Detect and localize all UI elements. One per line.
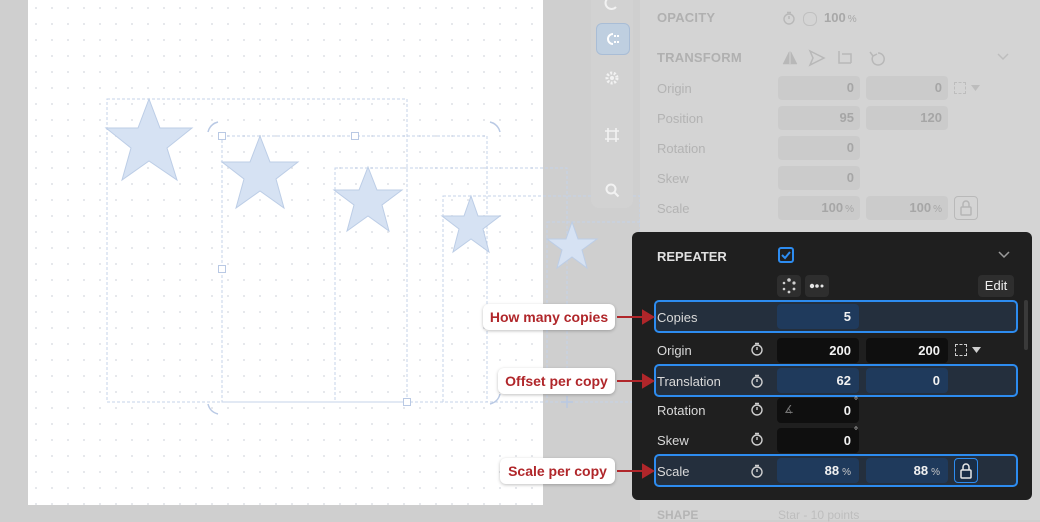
edit-button[interactable]: Edit <box>978 275 1014 297</box>
chevron-down-icon[interactable] <box>997 53 1009 61</box>
stopwatch-icon[interactable] <box>750 464 764 478</box>
opacity-value[interactable]: 100% <box>824 10 857 25</box>
radial-layout-button[interactable] <box>777 275 801 297</box>
scale-lock-button[interactable] <box>954 458 978 483</box>
skew-input[interactable]: 0 <box>777 428 859 453</box>
bg-skew-value[interactable]: 0 <box>778 166 860 190</box>
lock-icon <box>960 463 972 479</box>
stopwatch-icon[interactable] <box>750 402 764 416</box>
star-copy-2 <box>220 134 300 210</box>
radial-dots-icon <box>782 278 796 294</box>
copies-callout: How many copies <box>483 304 615 330</box>
translation-y-input[interactable]: 0 <box>866 368 948 393</box>
translation-row-highlight: Translation 62 0 <box>654 364 1018 397</box>
stopwatch-icon[interactable] <box>750 342 764 356</box>
repeater-heading: REPEATER <box>657 249 727 264</box>
bg-origin-y[interactable]: 0 <box>866 76 948 100</box>
caret-down-icon[interactable] <box>972 347 981 353</box>
rotation-input[interactable]: ∡ 0 <box>777 398 859 423</box>
scale-x-input[interactable]: 88% <box>777 458 859 483</box>
copies-input[interactable]: 5 <box>777 304 859 329</box>
bg-scale-label: Scale <box>657 201 690 216</box>
check-icon <box>781 251 791 260</box>
origin-y-input[interactable]: 200 <box>866 338 948 363</box>
translation-label: Translation <box>657 374 721 389</box>
bg-position-x[interactable]: 95 <box>778 106 860 130</box>
bg-scale-y[interactable]: 100% <box>866 196 948 220</box>
stopwatch-icon[interactable] <box>750 432 764 446</box>
angle-icon: ∡ <box>784 404 794 416</box>
panel-scrollbar[interactable] <box>1024 300 1028 350</box>
rotation-unit: ° <box>854 396 858 407</box>
star-copy-4 <box>440 194 502 254</box>
linear-dots-icon <box>809 283 824 289</box>
artboard-tool-icon[interactable] <box>596 120 628 150</box>
bg-rotation-value[interactable]: 0 <box>778 136 860 160</box>
opacity-dial-icon[interactable] <box>803 12 817 26</box>
repeater-tool-icon[interactable] <box>596 0 628 18</box>
bg-scale-x[interactable]: 100% <box>778 196 860 220</box>
tool-strip <box>591 0 633 208</box>
rotation-label: Rotation <box>657 403 706 418</box>
zoom-icon[interactable] <box>596 175 628 205</box>
stopwatch-icon[interactable] <box>750 374 764 388</box>
callout-arrows <box>617 309 655 479</box>
bg-origin-label: Origin <box>657 81 692 96</box>
lock-icon <box>960 200 972 216</box>
origin-x-input[interactable]: 200 <box>777 338 859 363</box>
repeater-active-tool-icon[interactable] <box>596 23 630 55</box>
bg-origin-x[interactable]: 0 <box>778 76 860 100</box>
copies-row-highlight: Copies 5 <box>654 300 1018 333</box>
stopwatch-icon[interactable] <box>782 11 796 25</box>
transform-heading: TRANSFORM <box>657 50 742 65</box>
star-copy-1 <box>104 97 194 182</box>
gear-icon[interactable] <box>596 63 628 93</box>
chevron-down-icon[interactable] <box>998 251 1010 259</box>
scale-row-highlight: Scale 88% 88% <box>654 454 1018 487</box>
transform-action-icons[interactable] <box>782 49 892 67</box>
scale-y-input[interactable]: 88% <box>866 458 948 483</box>
repeater-panel: REPEATER Edit Copies 5 Origin 200 200 Tr… <box>632 232 1032 500</box>
origin-picker-icon[interactable] <box>955 344 967 356</box>
bg-rotation-label: Rotation <box>657 141 706 156</box>
bg-position-y[interactable]: 120 <box>866 106 948 130</box>
translation-x-input[interactable]: 62 <box>777 368 859 393</box>
opacity-heading: OPACITY <box>657 10 716 25</box>
translation-callout: Offset per copy <box>498 368 615 394</box>
bg-position-label: Position <box>657 111 704 126</box>
star-copy-5 <box>545 220 599 270</box>
bg-scale-lock-button[interactable] <box>954 196 978 220</box>
origin-picker-icon[interactable] <box>954 82 966 94</box>
star-copy-3 <box>332 165 404 233</box>
linear-layout-button[interactable] <box>805 275 829 297</box>
scale-label: Scale <box>657 464 690 479</box>
skew-label: Skew <box>657 433 689 448</box>
caret-down-icon[interactable] <box>971 85 980 91</box>
origin-label: Origin <box>657 343 692 358</box>
skew-unit: ° <box>854 426 858 437</box>
repeater-enabled-checkbox[interactable] <box>778 247 794 263</box>
bg-skew-label: Skew <box>657 171 689 186</box>
copies-label: Copies <box>657 310 698 325</box>
scale-callout: Scale per copy <box>500 458 615 484</box>
